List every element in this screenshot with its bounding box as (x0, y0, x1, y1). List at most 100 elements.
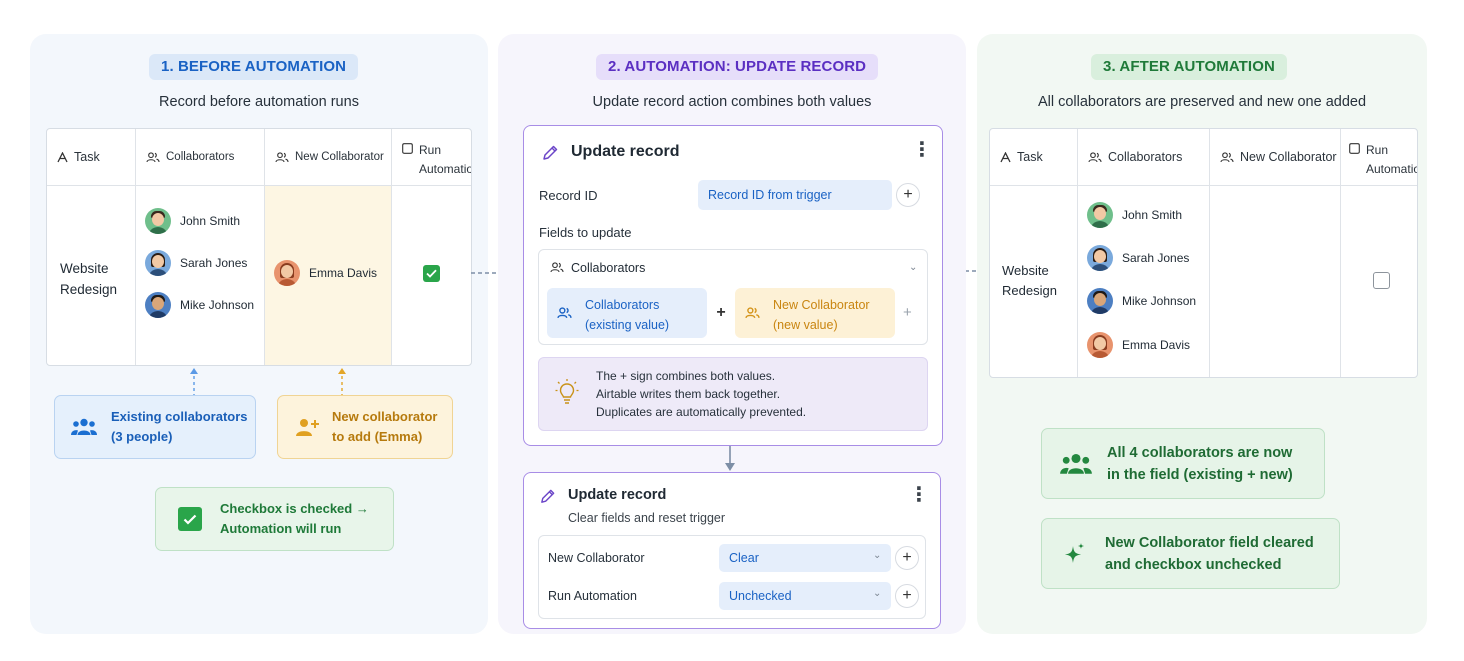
text-icon (57, 151, 68, 162)
task-value: Website Redesign (60, 261, 118, 297)
cell-task[interactable]: Website Redesign (47, 186, 136, 365)
people-icon (146, 151, 160, 162)
fields-to-update-label: Fields to update (539, 225, 632, 240)
more-vert-icon[interactable]: ⋮ (909, 485, 929, 505)
checkbox-icon (402, 143, 413, 154)
checkbox-unchecked[interactable] (1373, 272, 1390, 289)
people-icon (275, 151, 289, 162)
tip-box: The + sign combines both values. Airtabl… (538, 357, 928, 431)
header-label: Task (1017, 150, 1043, 164)
combine-plus-button[interactable]: + (709, 301, 733, 325)
collaborator-chip: John Smith (1087, 202, 1182, 228)
unchecked-select[interactable]: Unchecked (719, 582, 891, 610)
row-label: Run Automation (548, 589, 637, 603)
panel-subtitle: Update record action combines both value… (592, 94, 872, 110)
check-icon (178, 507, 202, 531)
row-label: New Collaborator (548, 551, 645, 565)
text-icon (1000, 151, 1011, 162)
note-existing-collaborators: Existing collaborators (3 people) (54, 395, 256, 459)
chevron-down-icon[interactable]: ⌄ (873, 550, 881, 561)
lightbulb-icon (555, 379, 579, 404)
cell-collaborators[interactable]: John Smith Sarah Jones Mike Johnson Emma… (1078, 186, 1210, 377)
cell-new-collaborator-empty[interactable] (1210, 186, 1341, 377)
header-label: Run Automation (419, 143, 471, 176)
clear-select[interactable]: Clear (719, 544, 891, 572)
panel-subtitle: Record before automation runs (159, 94, 359, 110)
add-button[interactable]: + (896, 183, 920, 207)
checkbox-icon (1349, 143, 1360, 154)
panel-subtitle: All collaborators are preserved and new … (1037, 94, 1367, 110)
collaborators-field-label: Collaborators (571, 261, 646, 275)
header-run-automation[interactable]: Run Automation (392, 129, 471, 186)
pencil-icon (543, 145, 558, 160)
header-label: Task (74, 150, 100, 164)
add-button[interactable]: + (895, 584, 919, 608)
token-existing-value[interactable]: Collaborators (existing value) (547, 288, 707, 338)
avatar (145, 208, 171, 234)
panel-automation: 2. AUTOMATION: UPDATE RECORD Update reco… (498, 34, 966, 634)
panel-after-automation: 3. AFTER AUTOMATION All collaborators ar… (977, 34, 1427, 634)
collaborators-field-group: Collaborators ⌄ Collaborators (existing … (538, 249, 928, 345)
avatar (145, 250, 171, 276)
people-icon (557, 307, 572, 319)
header-label: Run Automation (1366, 143, 1417, 176)
pencil-icon (541, 489, 555, 503)
collaborator-chip: Emma Davis (274, 260, 377, 286)
panel-before-automation: 1. BEFORE AUTOMATION Record before autom… (30, 34, 488, 634)
step-pill-after: 3. AFTER AUTOMATION (1091, 54, 1287, 80)
task-value: Website Redesign (1002, 263, 1057, 298)
header-label: Collaborators (166, 151, 235, 163)
add-person-icon (296, 419, 319, 436)
card-subtitle: Clear fields and reset trigger (568, 511, 726, 525)
header-task[interactable]: Task (990, 129, 1078, 186)
record-id-field[interactable]: Record ID from trigger (698, 180, 892, 210)
collaborator-chip: John Smith (145, 208, 240, 234)
avatar (1087, 202, 1113, 228)
people-icon (745, 307, 760, 319)
people-icon (1088, 151, 1102, 162)
header-run-automation[interactable]: Run Automation (1341, 129, 1417, 186)
update-record-card[interactable]: Update record ⋮ Record ID Record ID from… (523, 125, 943, 446)
arrow-up-amber (338, 368, 346, 397)
cell-new-collaborator[interactable]: Emma Davis (265, 186, 392, 365)
cell-task[interactable]: Website Redesign (990, 186, 1078, 377)
token-new-value[interactable]: New Collaborator (new value) (735, 288, 895, 338)
header-new-collaborator[interactable]: New Collaborator (265, 129, 392, 186)
collaborator-chip: Emma Davis (1087, 332, 1190, 358)
after-table: Task Collaborators New Collaborator Run … (989, 128, 1418, 378)
add-icon[interactable]: + (903, 304, 912, 321)
checkbox-checked[interactable] (423, 265, 440, 282)
group-icon (71, 418, 97, 435)
header-label: New Collaborator (1240, 150, 1337, 164)
avatar (1087, 288, 1113, 314)
group-icon (1060, 453, 1092, 474)
chevron-down-icon[interactable]: ⌄ (873, 588, 881, 599)
header-label: New Collaborator (295, 151, 384, 163)
arrow-up-blue (190, 368, 198, 397)
header-label: Collaborators (1108, 150, 1183, 164)
header-collaborators[interactable]: Collaborators (1078, 129, 1210, 186)
chevron-down-icon[interactable]: ⌄ (909, 262, 917, 273)
cell-run-automation[interactable] (392, 186, 471, 365)
cell-collaborators[interactable]: John Smith Sarah Jones Mike Johnson (136, 186, 265, 365)
avatar (145, 292, 171, 318)
header-new-collaborator[interactable]: New Collaborator (1210, 129, 1341, 186)
card-title: Update record (571, 143, 680, 160)
header-task[interactable]: Task (47, 129, 136, 186)
avatar (274, 260, 300, 286)
collaborator-chip: Mike Johnson (1087, 288, 1196, 314)
cell-run-automation[interactable] (1341, 186, 1417, 377)
note-all-collaborators: All 4 collaborators are now in the field… (1041, 428, 1325, 499)
before-table: Task Collaborators New Collaborator Run … (46, 128, 472, 366)
check-icon (426, 269, 437, 278)
card-title: Update record (568, 487, 667, 503)
header-collaborators[interactable]: Collaborators (136, 129, 265, 186)
add-button[interactable]: + (895, 546, 919, 570)
note-new-collaborator: New collaborator to add (Emma) (277, 395, 453, 459)
collaborator-chip: Mike Johnson (145, 292, 254, 318)
step-pill-automation: 2. AUTOMATION: UPDATE RECORD (596, 54, 879, 80)
update-record-card-2[interactable]: Update record Clear fields and reset tri… (523, 472, 941, 629)
collaborator-chip: Sarah Jones (145, 250, 247, 276)
clear-fields-group: New Collaborator Clear ⌄ + Run Automatio… (538, 535, 926, 619)
more-vert-icon[interactable]: ⋮ (912, 140, 932, 160)
